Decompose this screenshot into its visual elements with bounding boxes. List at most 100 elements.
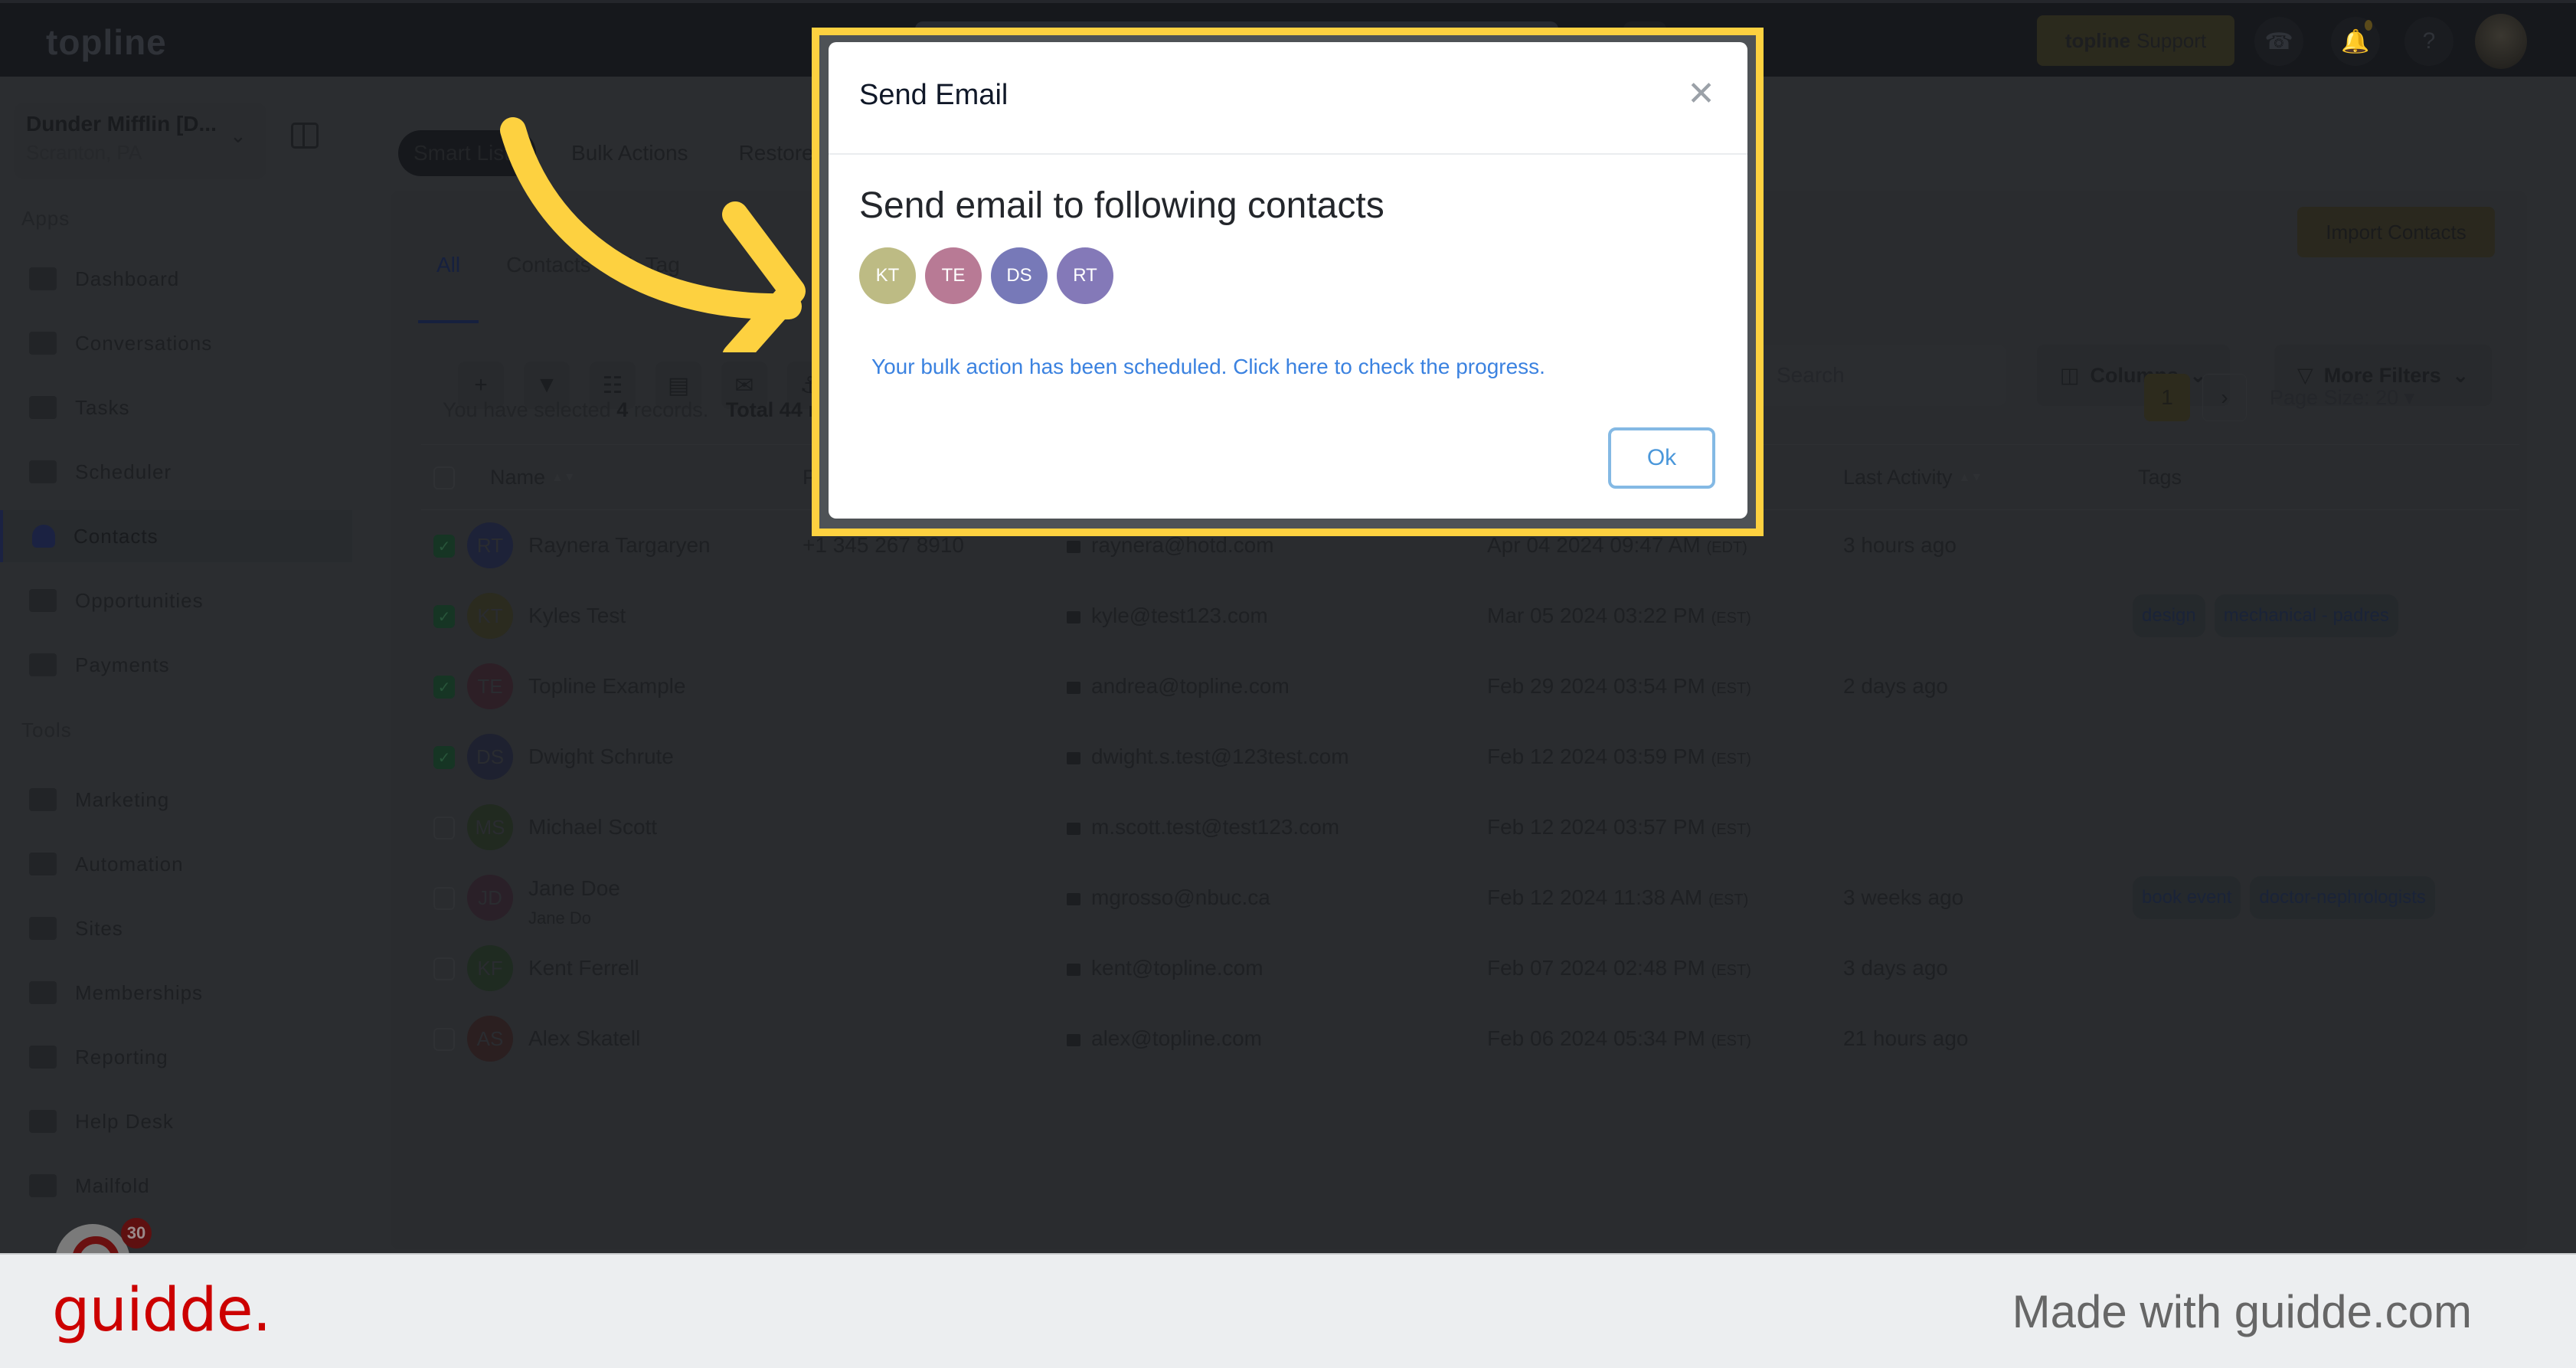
import-contacts-button[interactable]: Import Contacts [2297, 207, 2495, 257]
sidebar-item-dashboard[interactable]: Dashboard [0, 253, 352, 305]
contact-name[interactable]: Dwight Schrute [528, 745, 674, 769]
tab-all[interactable]: All [417, 253, 479, 323]
bell-icon[interactable]: 🔔 [2331, 17, 2380, 66]
check-progress-link[interactable]: Your bulk action has been scheduled. Cli… [871, 355, 1545, 379]
next-page-button[interactable]: › [2202, 374, 2247, 421]
sidebar-item-label: Conversations [75, 331, 213, 355]
globe-icon [29, 917, 57, 940]
sidebar-item-label: Automation [75, 852, 184, 875]
row-checkbox[interactable]: ✓ [433, 746, 455, 769]
page-size-select[interactable]: Page Size: 20 ▾ [2270, 386, 2414, 410]
sidebar-item-tasks[interactable]: Tasks [0, 381, 352, 434]
contact-name[interactable]: Kyles Test [528, 604, 626, 628]
chevron-down-icon[interactable]: ⌄ [230, 124, 247, 148]
sidebar-item-conversations[interactable]: Conversations [0, 317, 352, 369]
sidebar-item-label: Marketing [75, 787, 170, 811]
widget-badge: 30 [121, 1218, 152, 1249]
column-header-last-activity[interactable]: Last Activity ▲▼ [1843, 466, 1983, 489]
column-header-tags: Tags [2138, 466, 2182, 489]
timezone: (EST) [1711, 1033, 1751, 1049]
table-row[interactable]: MS Michael Scott m.scott.test@test123.com F… [421, 792, 2519, 862]
user-avatar[interactable] [2475, 14, 2527, 69]
row-checkbox[interactable] [433, 957, 455, 980]
mail-icon [1067, 681, 1080, 694]
recipient-avatar: TE [925, 247, 982, 304]
sidebar-item-reporting[interactable]: Reporting [0, 1031, 352, 1083]
sidebar-collapse-icon[interactable] [291, 123, 319, 149]
sidebar-item-opportunities[interactable]: Opportunities [0, 574, 352, 627]
row-checkbox[interactable]: ✓ [433, 535, 455, 558]
timezone: (EST) [1711, 821, 1751, 838]
created-date: Apr 04 2024 09:47 AM [1487, 533, 1701, 557]
row-checkbox[interactable] [433, 887, 455, 910]
sidebar-item-automation[interactable]: Automation [0, 838, 352, 890]
email-text: raynera@hotd.com [1091, 533, 1274, 557]
sidebar-item-label: Contacts [74, 524, 159, 548]
tag-badge[interactable]: doctor-nephrologists [2250, 876, 2435, 919]
target-icon [29, 589, 57, 612]
contact-tags: book event doctor-nephrologists [2133, 876, 2435, 919]
contact-name[interactable]: Alex Skatell [528, 1026, 640, 1051]
app-logo[interactable]: topline [46, 21, 167, 63]
timezone: (EDT) [1706, 539, 1747, 556]
row-checkbox[interactable]: ✓ [433, 676, 455, 699]
contact-name[interactable]: Jane Doe [528, 876, 620, 901]
mail-icon [1067, 892, 1080, 905]
created-date: Feb 06 2024 05:34 PM [1487, 1026, 1705, 1050]
sidebar-item-payments[interactable]: Payments [0, 639, 352, 691]
contact-created: Feb 29 2024 03:54 PM (EST) [1487, 674, 1751, 699]
row-checkbox[interactable] [433, 1028, 455, 1051]
sidebar-item-marketing[interactable]: Marketing [0, 774, 352, 826]
chevron-down-icon: ⌄ [2451, 363, 2470, 387]
notification-dot [2365, 20, 2372, 31]
contacts-search-input[interactable]: Search [1754, 345, 2006, 406]
sidebar-item-scheduler[interactable]: Scheduler [0, 446, 352, 498]
table-row[interactable]: ✓ DS Dwight Schrute dwight.s.test@123test.c… [421, 722, 2519, 792]
page-1-button[interactable]: 1 [2144, 374, 2190, 421]
sidebar-item-help-desk[interactable]: Help Desk [0, 1095, 352, 1147]
columns-icon: ◫ [2060, 363, 2080, 387]
pie-chart-icon [29, 1046, 57, 1069]
close-icon[interactable]: ✕ [1687, 77, 1715, 111]
megaphone-icon [29, 788, 57, 811]
contact-email: mgrosso@nbuc.ca [1067, 885, 1270, 910]
phone-icon[interactable]: ☎ [2254, 17, 2303, 66]
avatar: KT [467, 593, 513, 639]
made-with-text: Made with guidde.com [2012, 1286, 2472, 1337]
help-icon[interactable]: ? [2404, 17, 2453, 66]
sidebar-item-contacts[interactable]: Contacts [0, 510, 352, 562]
table-row[interactable]: ✓ TE Topline Example andrea@topline.com Feb … [421, 651, 2519, 722]
contact-name[interactable]: Michael Scott [528, 815, 657, 839]
column-header-name[interactable]: Name ▲▼ [490, 466, 576, 489]
table-row[interactable]: AS Alex Skatell alex@topline.com Feb 06 202… [421, 1003, 2519, 1074]
contact-name[interactable]: Raynera Targaryen [528, 533, 711, 558]
contact-created: Feb 12 2024 03:59 PM (EST) [1487, 745, 1751, 769]
created-date: Mar 05 2024 03:22 PM [1487, 604, 1705, 627]
contact-name[interactable]: Kent Ferrell [528, 956, 639, 980]
tag-badge[interactable]: book event [2133, 876, 2241, 919]
table-row[interactable]: JD Jane Doe Jane Do mgrosso@nbuc.ca Feb 12 2… [421, 862, 2519, 933]
avatar: TE [467, 663, 513, 709]
row-checkbox[interactable] [433, 817, 455, 839]
contact-phone: +1 345 267 8910 [803, 533, 964, 557]
support-button[interactable]: topline Support [2037, 15, 2234, 66]
row-checkbox[interactable]: ✓ [433, 605, 455, 628]
sidebar-item-memberships[interactable]: Memberships [0, 967, 352, 1019]
tag-badge[interactable]: mechanical - padres [2214, 594, 2398, 637]
table-row[interactable]: ✓ KT Kyles Test kyle@test123.com Mar 05 2024… [421, 581, 2519, 651]
contact-name[interactable]: Topline Example [528, 674, 685, 699]
sidebar-item-sites[interactable]: Sites [0, 902, 352, 954]
contact-email: kyle@test123.com [1067, 604, 1268, 628]
sidebar-item-mailfold[interactable]: Mailfold [0, 1160, 352, 1212]
contact-created: Feb 06 2024 05:34 PM (EST) [1487, 1026, 1751, 1051]
contact-subname: Jane Do [528, 908, 591, 928]
created-date: Feb 12 2024 03:59 PM [1487, 745, 1705, 768]
select-all-checkbox[interactable] [433, 466, 455, 489]
sort-icon: ▲▼ [551, 471, 576, 485]
recipient-avatar: DS [991, 247, 1048, 304]
contact-created: Feb 12 2024 03:57 PM (EST) [1487, 815, 1751, 839]
table-row[interactable]: KF Kent Ferrell kent@topline.com Feb 07 202… [421, 933, 2519, 1003]
created-date: Feb 29 2024 03:54 PM [1487, 674, 1705, 698]
tag-badge[interactable]: design [2133, 594, 2205, 637]
ok-button[interactable]: Ok [1608, 427, 1715, 489]
